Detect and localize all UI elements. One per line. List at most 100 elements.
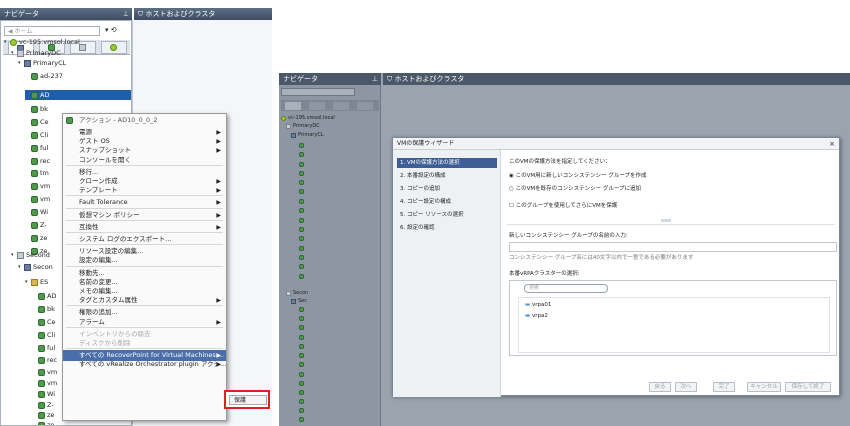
vm-icon[interactable] [299,307,304,312]
wizard-step[interactable]: 6. 設定の確認 [397,223,497,233]
wizard-button[interactable]: 保存して終了 [785,382,831,392]
tree-node[interactable]: Ce [25,117,49,127]
tree-node[interactable]: rec [32,355,57,365]
tree-node[interactable]: Secon [286,290,308,297]
vm-icon[interactable] [299,171,304,176]
more-vms-checkbox[interactable]: ☐ このグループを使用してさらにVMを保護 [509,202,617,210]
tree-node[interactable]: ful [32,343,55,353]
vm-icon[interactable] [299,180,304,185]
tree-node[interactable]: Wi [25,207,48,217]
tab-network-2[interactable] [357,102,373,110]
tree-node[interactable]: ze [25,233,47,243]
vm-icon[interactable] [299,246,304,251]
vm-icon[interactable] [299,390,304,395]
pin-icon[interactable]: ⊥ [123,8,129,20]
back-field[interactable]: ◀ ホーム [4,26,100,36]
vm-icon[interactable] [299,255,304,260]
tree-node[interactable]: AD [25,90,131,100]
tree-node[interactable]: Cli [32,330,55,340]
back-field-2[interactable] [281,88,355,96]
tree-node[interactable]: PrimaryCL [291,132,324,139]
wizard-step[interactable]: 5. コピー リソースの選択 [397,210,497,220]
vm-icon[interactable] [299,218,304,223]
vm-icon[interactable] [299,199,304,204]
close-icon[interactable]: × [829,138,835,150]
vm-icon[interactable] [299,316,304,321]
splitter-handle[interactable] [661,219,671,222]
wizard-button[interactable]: 戻る [649,382,671,392]
option-new-cg[interactable]: ◉ このVM用に新しいコンシステンシー グループを作成 [509,172,647,180]
wizard-step[interactable]: 3. コピーの追加 [397,184,497,194]
tree-node[interactable]: ful [25,143,48,153]
tree-node[interactable]: ad-237 [25,71,63,81]
vm-icon[interactable] [299,143,304,148]
vm-icon[interactable] [299,264,304,269]
vm-icon[interactable] [299,152,304,157]
tree-node[interactable]: Cli [25,130,48,140]
vm-icon[interactable] [299,335,304,340]
tree-node[interactable]: Ce [32,317,56,327]
tree-node[interactable]: ▾ PrimaryCL [18,58,66,68]
protect-menu-item[interactable]: 保護 [229,395,267,405]
tree-node-label: Cli [47,331,56,339]
tree-node[interactable]: ▾ Secon [18,262,53,272]
tree-node[interactable]: ▾ ES [25,277,48,287]
vm-icon[interactable] [299,353,304,358]
vm-icon[interactable] [299,227,304,232]
wizard-step[interactable]: 4. コピー設定の構成 [397,197,497,207]
tree-node[interactable]: ze [32,420,54,425]
tree-node[interactable]: bk [32,304,55,314]
tree-node[interactable]: vm [32,367,57,377]
vm-icon[interactable] [299,162,304,167]
cluster-option[interactable]: ▬ vrpa2 [525,312,548,320]
vm-icon[interactable] [299,208,304,213]
tree-node[interactable]: vm [32,378,57,388]
tree-node[interactable]: Wi [32,389,55,399]
tree-node[interactable]: Z- [32,400,54,410]
vm-icon[interactable] [299,381,304,386]
tree-node[interactable]: Sec [291,298,307,305]
cluster-icon: ▬ [525,302,531,308]
cg-name-input[interactable] [509,242,837,252]
tree-node[interactable]: Z- [25,220,47,230]
tree-node[interactable]: bk [25,104,48,114]
tab-network[interactable] [101,41,127,54]
wizard-button[interactable]: 完了 [713,382,735,392]
tree-node[interactable]: AD [32,291,56,301]
vm-icon[interactable] [299,362,304,367]
menu-item[interactable]: すべての vRealize Orchestrator plugin アクシ...… [63,359,226,370]
tree-node[interactable]: ▾ vc-195.vmsol.local [4,37,80,47]
history-icon[interactable]: ▾ ⟲ [105,26,117,34]
vm-icon[interactable] [299,189,304,194]
tree-node[interactable]: rec [25,156,50,166]
tree-node[interactable]: PrimaryDC [286,123,320,130]
checkbox-icon[interactable]: ☐ [509,203,516,209]
tree-node[interactable]: vm [25,194,50,204]
right-screenshot: ナビゲータ ⊥ ⛉ ホストおよびクラスタ vc-195.vmsol.local P… [279,73,850,426]
tab-storage-2[interactable] [333,102,349,110]
vm-icon[interactable] [299,344,304,349]
tree-node[interactable]: ze [32,410,54,420]
cluster-option[interactable]: ▬ vrpa01 [525,301,551,309]
pin-icon[interactable]: ⊥ [372,73,378,85]
vm-icon[interactable] [299,274,304,279]
wizard-button[interactable]: 次へ [675,382,697,392]
wizard-button[interactable]: キャンセル [747,382,781,392]
wizard-step[interactable]: 1. VMの保護方法の選択 [397,158,497,168]
vm-icon[interactable] [299,372,304,377]
tree-node[interactable]: vc-195.vmsol.local [281,115,335,122]
cluster-filter[interactable]: 検索 [524,284,608,293]
tree-node[interactable]: tm [25,168,49,178]
tree-node[interactable]: ▾ PrimaryDC [11,48,61,58]
vm-icon[interactable] [299,325,304,330]
option-existing-cg[interactable]: ○ このVMを既存のコンシステンシー グループに追加 [509,185,641,193]
vm-icon[interactable] [299,236,304,241]
tree-node[interactable]: vm [25,181,50,191]
tab-vms-2[interactable] [309,102,325,110]
vm-icon[interactable] [299,417,304,422]
vm-icon[interactable] [299,399,304,404]
tree-node[interactable]: ▾ Second [11,250,50,260]
vm-icon[interactable] [299,408,304,413]
wizard-step[interactable]: 2. 本番設定の構成 [397,171,497,181]
tab-hosts-2[interactable] [285,102,301,110]
